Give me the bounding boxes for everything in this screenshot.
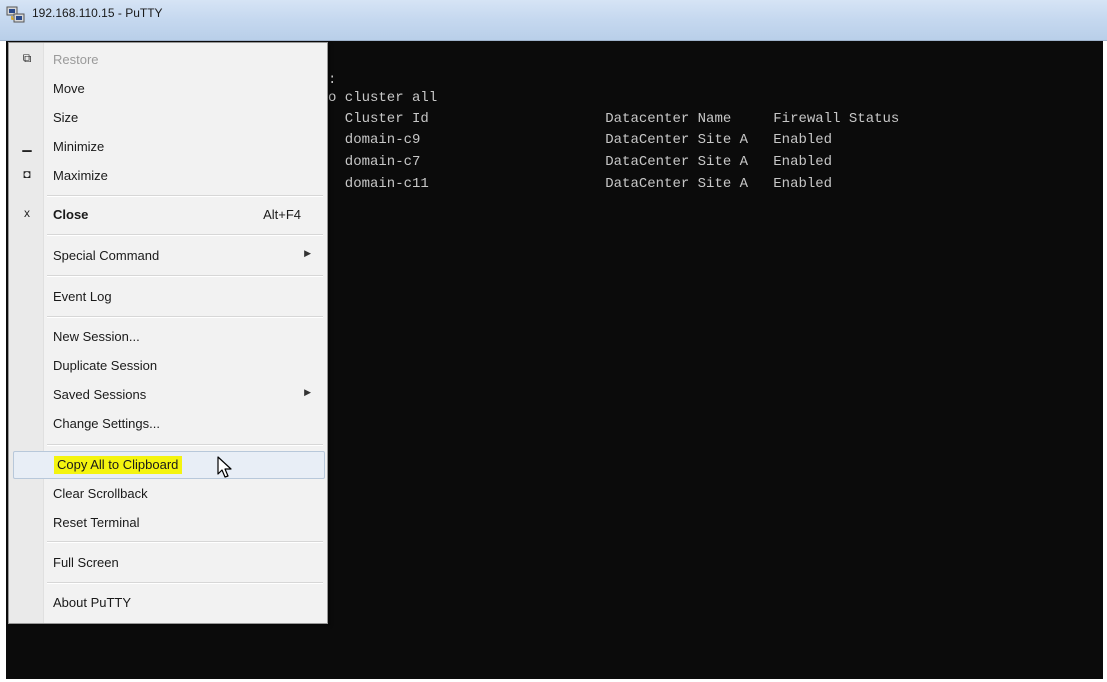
close-icon: x bbox=[24, 206, 30, 220]
menu-separator bbox=[47, 275, 323, 277]
menu-item-copy-all-to-clipboard[interactable]: Copy All to Clipboard bbox=[13, 451, 325, 479]
menu-item-saved-sessions[interactable]: Saved Sessions ▶ bbox=[9, 384, 325, 406]
menu-item-move[interactable]: Move bbox=[9, 78, 325, 100]
menu-item-label: Minimize bbox=[53, 139, 105, 154]
menu-item-new-session[interactable]: New Session... bbox=[9, 326, 325, 348]
system-menu: ⧉ Restore Move Size ▁ Minimize ◘ Maximiz… bbox=[8, 42, 328, 624]
menu-item-label: Close bbox=[53, 207, 89, 222]
menu-item-label: Restore bbox=[53, 52, 99, 67]
putty-app-icon[interactable] bbox=[6, 6, 26, 24]
terminal-line: domain-c11 DataCenter Site A Enabled bbox=[328, 176, 833, 192]
menu-item-duplicate-session[interactable]: Duplicate Session bbox=[9, 355, 325, 377]
restore-icon: ⧉ bbox=[22, 51, 32, 65]
menu-item-label: About PuTTY bbox=[53, 595, 132, 610]
terminal-line: domain-c9 DataCenter Site A Enabled bbox=[328, 132, 833, 148]
menu-item-restore[interactable]: ⧉ Restore bbox=[9, 49, 325, 71]
menu-item-change-settings[interactable]: Change Settings... bbox=[9, 413, 325, 435]
menu-item-size[interactable]: Size bbox=[9, 107, 325, 129]
menu-item-label: Maximize bbox=[53, 168, 108, 183]
menu-item-event-log[interactable]: Event Log bbox=[9, 286, 325, 308]
menu-item-label: Special Command bbox=[53, 248, 160, 263]
menu-item-label: Change Settings... bbox=[53, 416, 160, 431]
terminal-line: Cluster Id Datacenter Name Firewall Stat… bbox=[328, 111, 900, 127]
menu-separator bbox=[47, 234, 323, 236]
menu-item-label: Copy All to Clipboard bbox=[54, 456, 183, 474]
menu-item-label: Size bbox=[53, 110, 79, 125]
submenu-arrow-icon: ▶ bbox=[304, 387, 311, 397]
submenu-arrow-icon: ▶ bbox=[304, 248, 311, 258]
menu-item-label: Duplicate Session bbox=[53, 358, 158, 373]
menu-separator bbox=[47, 444, 323, 446]
menu-accelerator: Alt+F4 bbox=[263, 207, 301, 222]
terminal-line: domain-c7 DataCenter Site A Enabled bbox=[328, 154, 833, 170]
menu-item-label: Reset Terminal bbox=[53, 515, 140, 530]
mouse-pointer-icon bbox=[217, 456, 232, 478]
menu-item-minimize[interactable]: ▁ Minimize bbox=[9, 136, 325, 158]
menu-item-reset-terminal[interactable]: Reset Terminal bbox=[9, 512, 325, 534]
menu-separator bbox=[47, 541, 323, 543]
terminal-line: o cluster all bbox=[328, 90, 438, 106]
menu-item-label: New Session... bbox=[53, 329, 140, 344]
menu-item-label: Event Log bbox=[53, 289, 112, 304]
menu-item-about-putty[interactable]: About PuTTY bbox=[9, 592, 325, 614]
menu-item-full-screen[interactable]: Full Screen bbox=[9, 552, 325, 574]
menu-item-label: Full Screen bbox=[53, 555, 119, 570]
terminal-line: : bbox=[328, 72, 337, 88]
menu-item-label: Clear Scrollback bbox=[53, 486, 148, 501]
menu-item-special-command[interactable]: Special Command ▶ bbox=[9, 245, 325, 267]
menu-item-clear-scrollback[interactable]: Clear Scrollback bbox=[9, 483, 325, 505]
putty-window: 192.168.110.15 - PuTTY : o cluster all C… bbox=[0, 0, 1107, 682]
menu-separator bbox=[47, 582, 323, 584]
minimize-icon: ▁ bbox=[22, 138, 32, 152]
menu-separator bbox=[47, 195, 323, 197]
menu-item-label: Saved Sessions bbox=[53, 387, 147, 402]
maximize-icon: ◘ bbox=[23, 167, 31, 181]
window-title: 192.168.110.15 - PuTTY bbox=[32, 6, 163, 20]
menu-item-close[interactable]: x Close Alt+F4 bbox=[9, 204, 325, 226]
menu-item-label: Move bbox=[53, 81, 85, 96]
menu-separator bbox=[47, 316, 323, 318]
menu-item-maximize[interactable]: ◘ Maximize bbox=[9, 165, 325, 187]
title-bar[interactable]: 192.168.110.15 - PuTTY bbox=[0, 0, 1107, 41]
